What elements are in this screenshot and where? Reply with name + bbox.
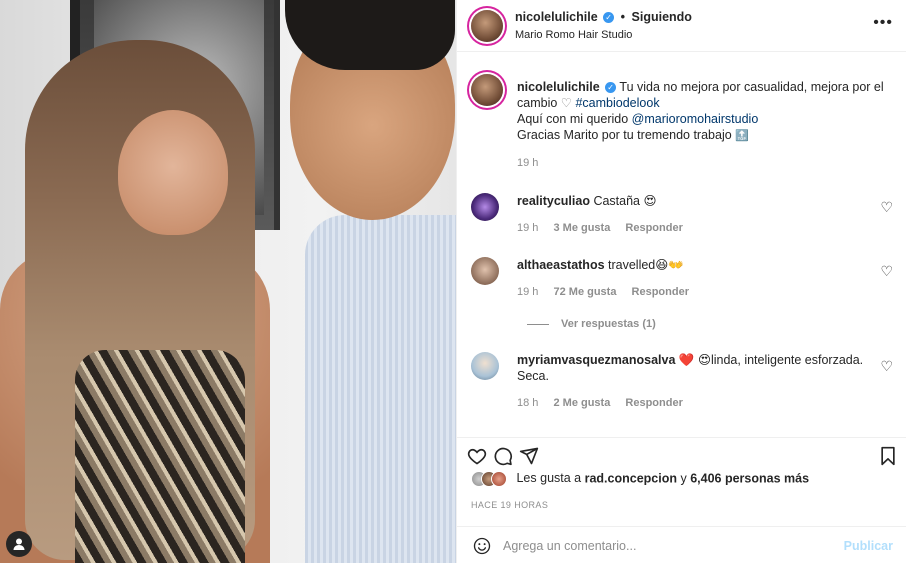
add-comment-bar: Publicar (457, 526, 906, 563)
view-replies-button[interactable]: Ver respuestas (1) (527, 318, 656, 330)
comment-body: Castaña 😍 (593, 194, 657, 208)
caption-username[interactable]: nicolelulichile (517, 80, 600, 94)
comment-likes[interactable]: 2 Me gusta (553, 397, 610, 409)
likes-summary: Les gusta a rad.concepcion y 6,406 perso… (471, 471, 809, 487)
post-timestamp[interactable]: HACE 19 HORAS (471, 500, 548, 510)
caption-line3: Gracias Marito por tu tremendo trabajo (517, 128, 732, 142)
caption-avatar[interactable] (471, 74, 503, 106)
commenter-avatar[interactable] (471, 193, 499, 221)
post-header: nicolelulichile ✓ • Siguiendo Mario Romo… (457, 0, 906, 52)
heart-outline-icon[interactable]: ♡ (880, 358, 893, 375)
comment-text: althaeastathos travelled😆👐 (517, 257, 872, 273)
reply-button[interactable]: Responder (632, 286, 689, 298)
caption-line2: Aquí con mi querido (517, 112, 632, 126)
comment-likes[interactable]: 72 Me gusta (553, 286, 616, 298)
caption-time[interactable]: 19 h (517, 157, 538, 169)
photo-man-hair (285, 0, 455, 70)
comment-text: realityculiao Castaña 😍 (517, 193, 872, 209)
commenter-avatar[interactable] (471, 257, 499, 285)
comment-time[interactable]: 18 h (517, 397, 538, 409)
reply-button[interactable]: Responder (625, 222, 682, 234)
caption-text: nicolelulichile ✓ Tu vida no mejora por … (517, 79, 887, 144)
comment-time[interactable]: 19 h (517, 286, 538, 298)
more-options-icon[interactable]: ••• (873, 14, 893, 32)
commenter-avatar[interactable] (471, 352, 499, 380)
emoji-smile-icon[interactable] (473, 537, 491, 560)
post-photo[interactable] (0, 0, 456, 563)
post-details-panel: nicolelulichile ✓ • Siguiendo Mario Romo… (456, 0, 906, 563)
separator-dot: • (620, 10, 626, 24)
heart-outline-icon[interactable]: ♡ (880, 263, 893, 280)
comment-text: myriamvasquezmanosalva ❤️ 😍linda, inteli… (517, 352, 872, 384)
comment-meta: 19 h 3 Me gusta Responder (517, 222, 695, 234)
liker-avatar (491, 471, 507, 487)
author-username[interactable]: nicolelulichile (515, 10, 598, 24)
photo-woman-face (118, 110, 228, 235)
comment-meta: 18 h 2 Me gusta Responder (517, 397, 695, 409)
view-replies-label: Ver respuestas (1) (561, 318, 656, 330)
likes-middle: y (680, 471, 687, 486)
likes-user[interactable]: rad.concepcion (585, 471, 677, 485)
comment-likes[interactable]: 3 Me gusta (553, 222, 610, 234)
likes-prefix: Les gusta a (516, 471, 582, 486)
post-actions: Les gusta a rad.concepcion y 6,406 perso… (457, 437, 906, 525)
verified-badge-icon: ✓ (603, 12, 615, 24)
reply-button[interactable]: Responder (625, 397, 682, 409)
heart-outline-icon[interactable]: ♡ (880, 199, 893, 216)
post-location[interactable]: Mario Romo Hair Studio (515, 29, 632, 41)
like-heart-icon[interactable] (467, 446, 487, 471)
header-user-line: nicolelulichile ✓ • Siguiendo (515, 10, 692, 24)
paper-plane-icon[interactable] (519, 446, 539, 471)
caption-mention[interactable]: @marioromohairstudio (632, 112, 759, 126)
following-button[interactable]: Siguiendo (632, 10, 692, 24)
add-comment-input[interactable] (503, 535, 833, 557)
author-avatar[interactable] (471, 10, 503, 42)
comment-username[interactable]: myriamvasquezmanosalva (517, 353, 675, 367)
likes-count[interactable]: 6,406 personas más (690, 471, 809, 485)
publish-button[interactable]: Publicar (844, 539, 893, 553)
photo-man-shirt (305, 215, 456, 563)
comment-body: travelled😆👐 (608, 258, 684, 272)
replies-divider (527, 323, 549, 325)
caption-hashtag[interactable]: #cambiodelook (575, 96, 659, 110)
verified-badge-icon: ✓ (605, 82, 617, 94)
top-arrow-emoji-icon: 🔝 (735, 130, 749, 142)
bookmark-icon[interactable] (879, 446, 897, 471)
comment-username[interactable]: althaeastathos (517, 258, 605, 272)
comment-meta: 19 h 72 Me gusta Responder (517, 286, 701, 298)
photo-woman-top (75, 350, 245, 563)
heart-outline-emoji-icon: ♡ (560, 96, 572, 110)
comments-section[interactable]: nicolelulichile ✓ Tu vida no mejora por … (457, 53, 906, 437)
tagged-users-icon[interactable] (6, 531, 32, 557)
comment-username[interactable]: realityculiao (517, 194, 590, 208)
comment-bubble-icon[interactable] (493, 446, 513, 471)
comment-time[interactable]: 19 h (517, 222, 538, 234)
